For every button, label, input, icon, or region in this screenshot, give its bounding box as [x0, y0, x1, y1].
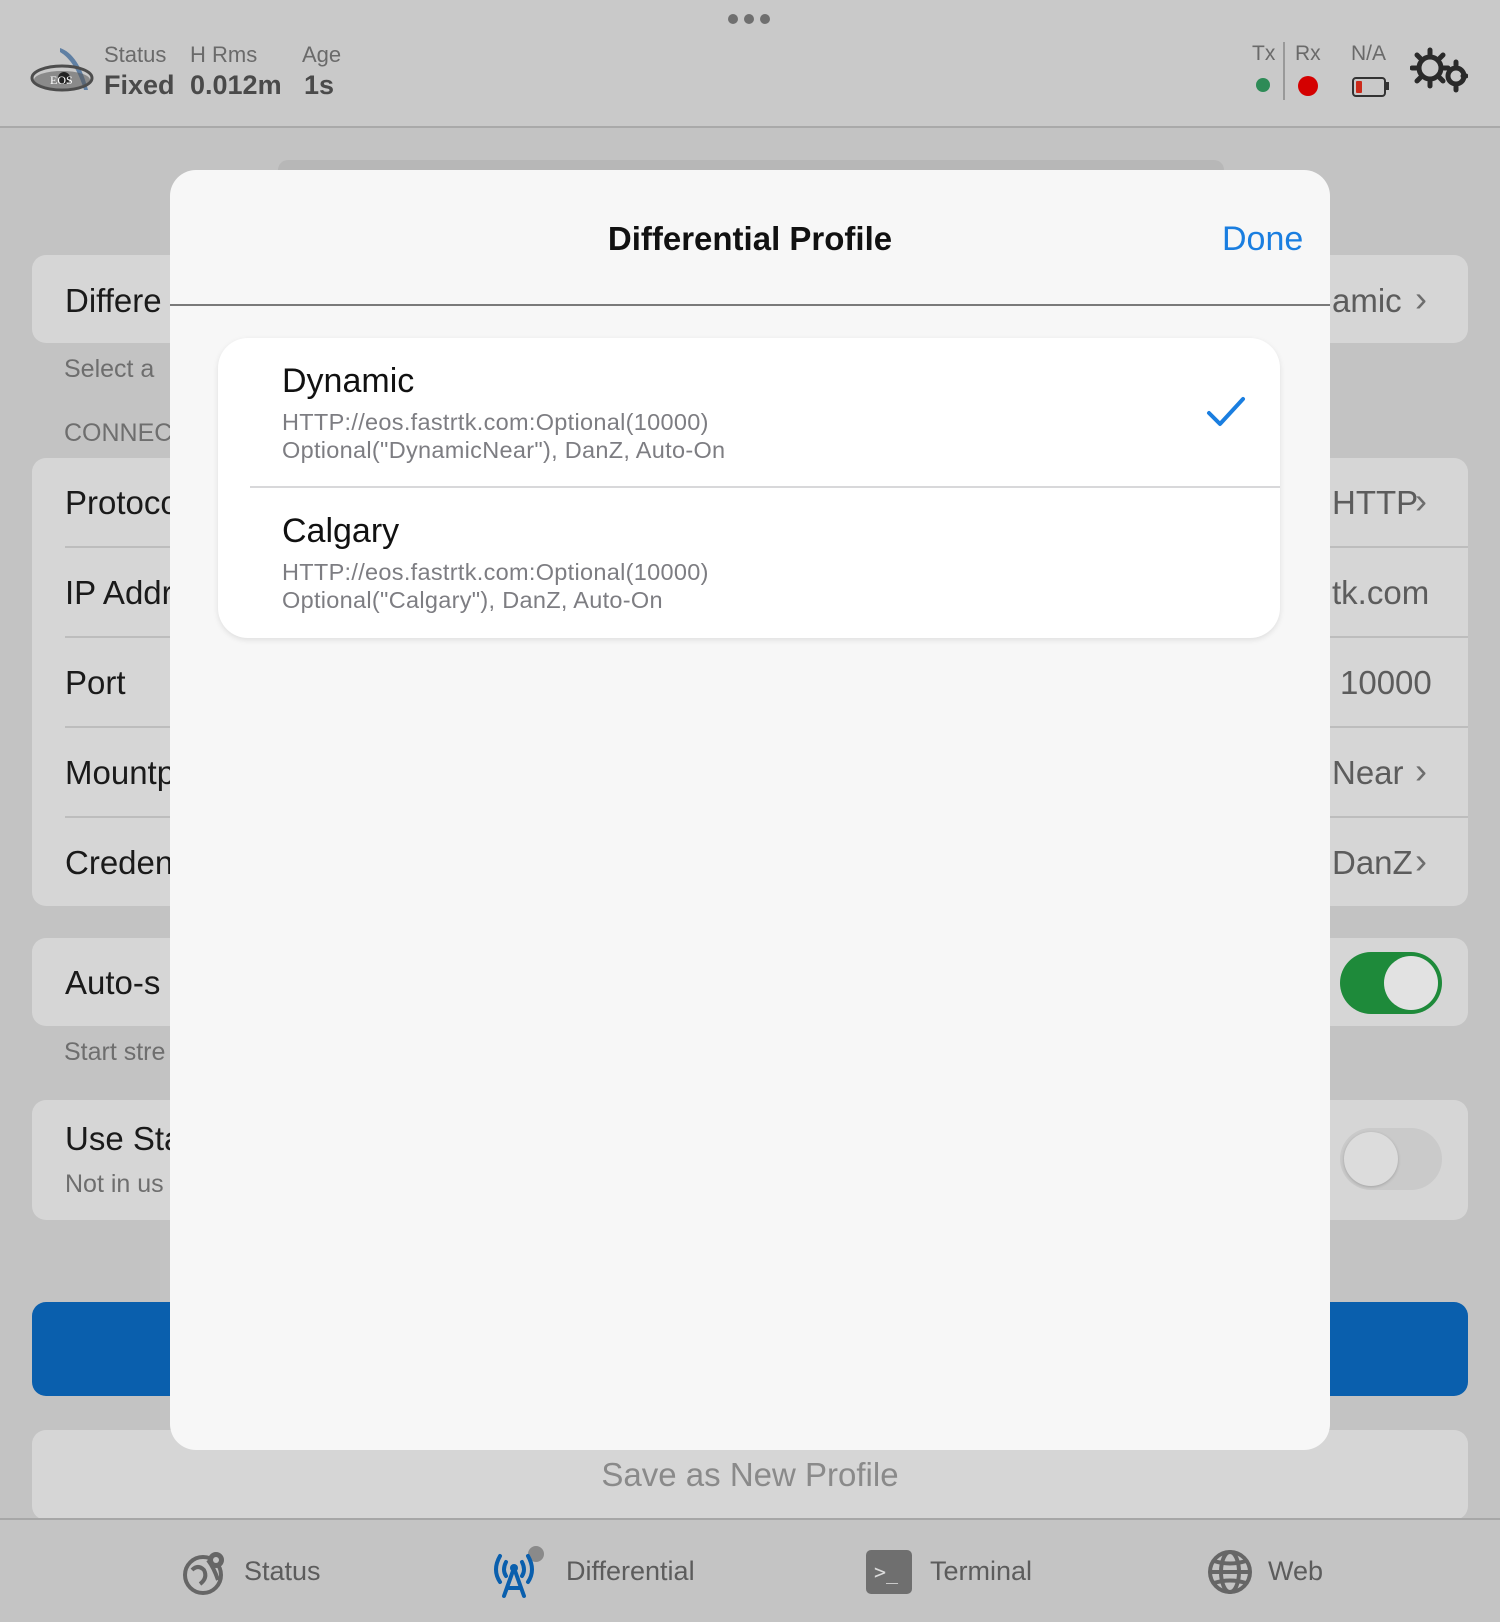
tab-web-label: Web	[1268, 1556, 1324, 1586]
chevron-right-icon: ›	[1415, 750, 1427, 791]
use-static-label: Use Sta	[65, 1120, 183, 1157]
tx-label: Tx	[1252, 42, 1276, 65]
profile-sub-text: Select a	[64, 355, 155, 383]
checkmark-icon	[1207, 397, 1245, 426]
status-value: Fixed	[104, 70, 175, 100]
globe-icon	[1208, 1550, 1252, 1594]
profile-row-label: Differe	[65, 282, 162, 319]
tab-bar: Status Differential >_ Terminal Web	[0, 1518, 1500, 1622]
status-label: Status	[104, 42, 167, 67]
settings-gear-icon[interactable]	[1409, 46, 1469, 94]
age-label: Age	[302, 42, 342, 67]
ip-address-label: IP Addr	[65, 574, 173, 611]
battery-icon	[1352, 77, 1386, 97]
auto-start-sub: Start stre	[64, 1038, 166, 1066]
tab-terminal-label: Terminal	[930, 1556, 1033, 1586]
battery-label: N/A	[1351, 42, 1387, 65]
antenna-tower-icon	[494, 1546, 544, 1598]
option-details: Optional("Calgary"), DanZ, Auto-On	[282, 587, 663, 613]
protocol-label: Protoco	[65, 484, 179, 521]
eos-logo	[30, 44, 94, 98]
tab-terminal[interactable]: >_ Terminal	[866, 1550, 1066, 1600]
tab-status-label: Status	[244, 1556, 321, 1586]
globe-pin-icon	[183, 1552, 224, 1595]
profile-row-value: amic	[1332, 282, 1402, 319]
hrms-label: H Rms	[190, 42, 258, 67]
age-value: 1s	[304, 70, 335, 100]
credentials-label: Creden	[65, 844, 174, 881]
mountpoint-label: Mountp	[65, 754, 176, 791]
chevron-right-icon: ›	[1415, 480, 1427, 521]
credentials-value: DanZ	[1332, 844, 1413, 881]
port-label: Port	[65, 664, 126, 701]
indicator-divider	[1283, 42, 1285, 100]
profile-option-dynamic[interactable]: Dynamic HTTP://eos.fastrtk.com:Optional(…	[218, 338, 1280, 488]
battery-tip	[1386, 82, 1389, 90]
chevron-right-icon: ›	[1415, 278, 1427, 319]
auto-start-label: Auto-s	[65, 964, 161, 1001]
tab-differential-label: Differential	[566, 1556, 695, 1586]
option-title: Dynamic	[282, 362, 415, 400]
hrms-value: 0.012m	[190, 70, 282, 100]
status-bar: EOS Status Fixed H Rms 0.012m Age 1s Tx …	[0, 0, 1500, 128]
option-details: Optional("DynamicNear"), DanZ, Auto-On	[282, 437, 726, 463]
tab-web[interactable]: Web	[1206, 1548, 1366, 1598]
terminal-icon: >_	[866, 1550, 912, 1594]
option-title: Calgary	[282, 512, 400, 550]
mountpoint-value: Near	[1332, 754, 1404, 791]
multitasking-dots[interactable]	[728, 14, 772, 24]
port-value: 10000	[1340, 664, 1432, 701]
tx-indicator	[1256, 78, 1270, 92]
use-static-toggle[interactable]	[1340, 1128, 1442, 1190]
rx-label: Rx	[1295, 42, 1321, 65]
option-url: HTTP://eos.fastrtk.com:Optional(10000)	[282, 559, 709, 585]
profile-list: Dynamic HTTP://eos.fastrtk.com:Optional(…	[218, 338, 1280, 638]
chevron-right-icon: ›	[1415, 840, 1427, 881]
option-url: HTTP://eos.fastrtk.com:Optional(10000)	[282, 409, 709, 435]
rx-indicator	[1298, 76, 1318, 96]
header-divider	[170, 304, 1330, 306]
use-static-sub: Not in us	[65, 1170, 164, 1198]
profile-option-calgary[interactable]: Calgary HTTP://eos.fastrtk.com:Optional(…	[218, 488, 1280, 638]
tab-differential[interactable]: Differential	[490, 1546, 730, 1600]
differential-profile-modal: Differential Profile Done Dynamic HTTP:/…	[170, 170, 1330, 1450]
save-as-new-profile-label: Save as New Profile	[601, 1456, 899, 1493]
protocol-value: HTTP	[1332, 484, 1419, 521]
auto-start-toggle[interactable]	[1340, 952, 1442, 1014]
section-header-connection: CONNEC	[64, 419, 173, 447]
done-button[interactable]: Done	[1222, 220, 1303, 259]
ip-address-value: tk.com	[1332, 574, 1430, 611]
modal-title: Differential Profile	[607, 220, 893, 257]
logo-text: EOS	[50, 73, 73, 87]
